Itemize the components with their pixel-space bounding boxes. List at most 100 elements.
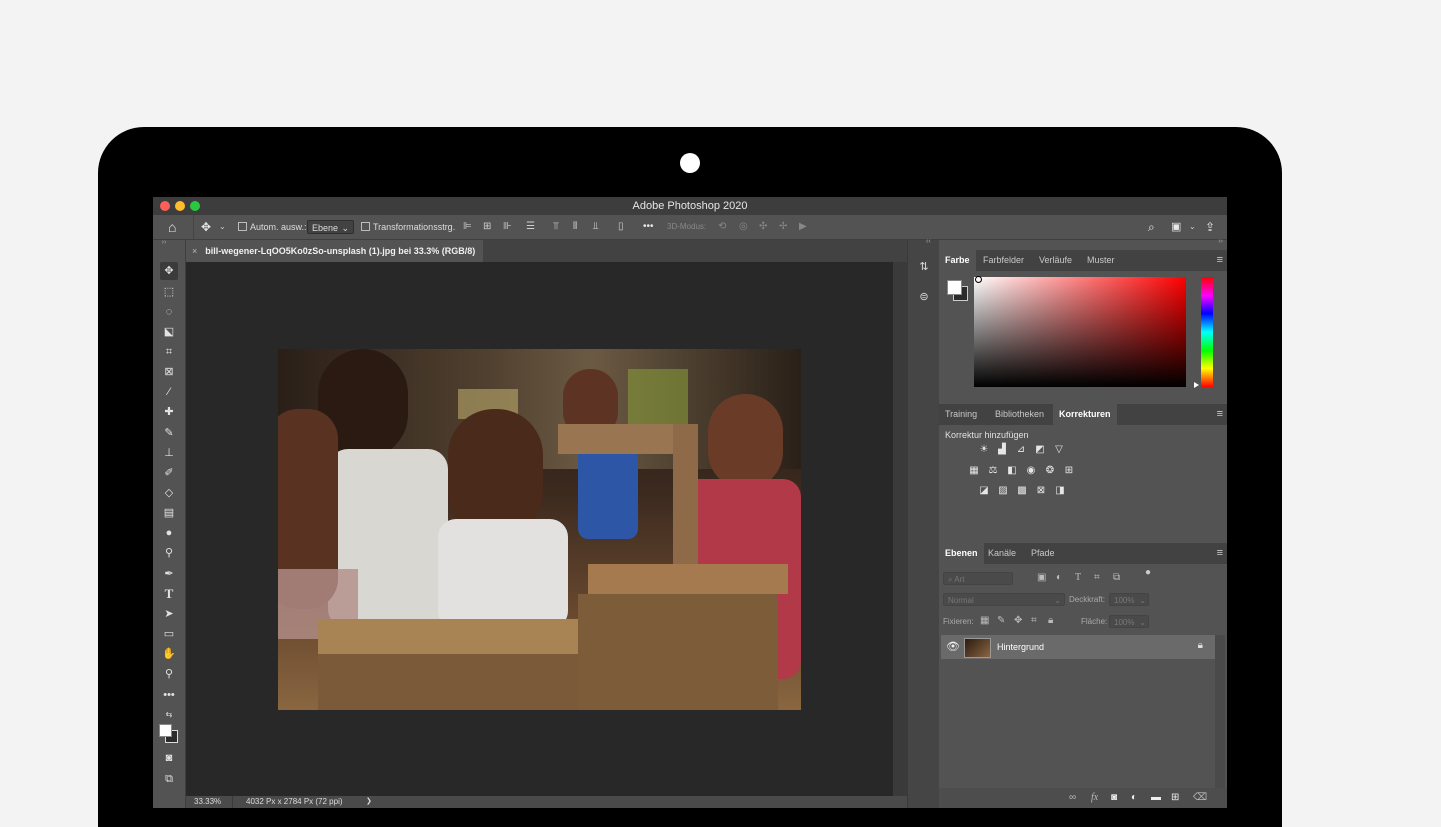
home-icon[interactable]: ⌂: [168, 215, 176, 239]
lasso-tool-icon[interactable]: ◌: [160, 303, 178, 321]
vibrance-icon[interactable]: ▽: [1052, 444, 1066, 456]
3d-roll-icon[interactable]: ◎: [739, 215, 748, 239]
properties-panel-icon[interactable]: ⊜: [913, 286, 935, 308]
healing-brush-tool-icon[interactable]: ✚: [160, 403, 178, 421]
transform-controls-checkbox[interactable]: Transformationsstrg.: [361, 215, 455, 239]
link-layers-icon[interactable]: ∞: [1069, 792, 1076, 803]
lock-transparency-icon[interactable]: ▦: [980, 615, 989, 626]
tab-farbfelder[interactable]: Farbfelder: [977, 250, 1030, 271]
path-select-tool-icon[interactable]: ➤: [160, 605, 178, 623]
tab-training[interactable]: Training: [939, 404, 983, 425]
share-icon[interactable]: ⇪: [1205, 215, 1215, 239]
layer-name[interactable]: Hintergrund: [997, 635, 1044, 659]
gradient-tool-icon[interactable]: ▤: [160, 504, 178, 522]
black-white-icon[interactable]: ◧: [1005, 465, 1019, 477]
channel-mixer-icon[interactable]: ❂: [1043, 465, 1057, 477]
new-adjustment-icon[interactable]: ◐: [1131, 792, 1137, 803]
color-field[interactable]: [974, 277, 1186, 387]
move-tool-icon[interactable]: ✥: [201, 215, 211, 239]
filter-shape-icon[interactable]: ⌗: [1094, 572, 1100, 583]
crop-tool-icon[interactable]: ⌗: [160, 343, 178, 361]
close-icon[interactable]: ×: [192, 246, 197, 256]
panel-menu-icon[interactable]: ≡: [1217, 404, 1223, 425]
eyedropper-tool-icon[interactable]: ⁄: [160, 383, 178, 401]
canvas-image[interactable]: [278, 349, 801, 710]
quick-mask-icon[interactable]: ◙: [160, 749, 178, 767]
workspace-icon[interactable]: ▣: [1171, 215, 1181, 239]
filter-smartobject-icon[interactable]: ⧉: [1113, 572, 1120, 583]
tab-bibliotheken[interactable]: Bibliotheken: [989, 404, 1050, 425]
document-tab[interactable]: × bill-wegener-LqOO5Ko0zSo-unsplash (1).j…: [186, 240, 484, 262]
zoom-level[interactable]: 33.33%: [194, 796, 221, 808]
stamp-tool-icon[interactable]: ⊥: [160, 444, 178, 462]
filter-adjustment-icon[interactable]: ◐: [1056, 572, 1062, 583]
lock-icon[interactable]: 🔒︎: [1198, 640, 1203, 651]
foreground-color-swatch[interactable]: [947, 280, 962, 295]
foreground-color-swatch[interactable]: [159, 724, 172, 737]
tab-kanaele[interactable]: Kanäle: [982, 543, 1022, 564]
new-group-icon[interactable]: ▬: [1151, 792, 1161, 803]
threshold-icon[interactable]: ▩: [1015, 485, 1029, 497]
hue-saturation-icon[interactable]: ▦: [967, 465, 981, 477]
fill-field[interactable]: 100% ⌄: [1109, 615, 1149, 628]
opacity-field[interactable]: 100% ⌄: [1109, 593, 1149, 606]
zoom-window-button[interactable]: [190, 201, 200, 211]
frame-tool-icon[interactable]: ⊠: [160, 363, 178, 381]
tab-pfade[interactable]: Pfade: [1025, 543, 1061, 564]
blur-tool-icon[interactable]: ●: [160, 524, 178, 542]
history-panel-icon[interactable]: ⇅: [913, 256, 935, 278]
3d-camera-icon[interactable]: ▶: [799, 215, 807, 239]
gradient-map-icon[interactable]: ◨: [1053, 485, 1067, 497]
panel-menu-icon[interactable]: ≡: [1217, 543, 1223, 564]
tab-muster[interactable]: Muster: [1081, 250, 1121, 271]
align-middle-v-icon[interactable]: ⫴: [573, 215, 577, 239]
3d-rotate-icon[interactable]: ⟲: [718, 215, 726, 239]
marquee-tool-icon[interactable]: ⬚: [160, 283, 178, 301]
lock-position-icon[interactable]: ✥: [1014, 615, 1022, 626]
filter-toggle-icon[interactable]: ●: [1145, 567, 1151, 578]
expand-icon[interactable]: ››: [155, 238, 173, 248]
layers-scrollbar[interactable]: [1215, 635, 1225, 795]
history-brush-tool-icon[interactable]: ✐: [160, 464, 178, 482]
zoom-tool-icon[interactable]: ⚲: [160, 665, 178, 683]
levels-icon[interactable]: ▟: [995, 444, 1009, 456]
dodge-tool-icon[interactable]: ⚲: [160, 544, 178, 562]
filter-type-icon[interactable]: T: [1075, 572, 1081, 583]
auto-select-dropdown[interactable]: Ebene ⌄: [307, 220, 354, 234]
chevron-down-icon[interactable]: ⌄: [219, 215, 226, 239]
tab-korrekturen[interactable]: Korrekturen: [1053, 404, 1117, 425]
hue-slider[interactable]: [1201, 277, 1213, 387]
color-lookup-icon[interactable]: ⊞: [1062, 465, 1076, 477]
auto-select-checkbox[interactable]: Autom. ausw.:: [238, 215, 307, 239]
3d-slide-icon[interactable]: ✢: [779, 215, 787, 239]
tab-farbe[interactable]: Farbe: [939, 250, 976, 271]
panel-menu-icon[interactable]: ≡: [1217, 250, 1223, 271]
lock-artboard-icon[interactable]: ⌗: [1031, 615, 1037, 626]
rectangle-tool-icon[interactable]: ▭: [160, 625, 178, 643]
brightness-contrast-icon[interactable]: ☀: [977, 444, 991, 456]
color-picker-handle[interactable]: [975, 276, 982, 283]
chevron-down-icon[interactable]: ⌄: [1189, 215, 1196, 239]
filter-pixel-icon[interactable]: ▣: [1037, 572, 1046, 583]
layer-filter-field[interactable]: ⌕ Art: [943, 572, 1013, 585]
object-select-tool-icon[interactable]: ⬕: [160, 323, 178, 341]
fx-icon[interactable]: fx: [1091, 792, 1098, 803]
close-window-button[interactable]: [160, 201, 170, 211]
expand-icon[interactable]: ››: [1218, 238, 1223, 245]
type-tool-icon[interactable]: T: [160, 585, 178, 603]
add-mask-icon[interactable]: ◙: [1111, 792, 1117, 803]
hue-slider-handle[interactable]: [1194, 382, 1199, 388]
screen-mode-icon[interactable]: ⧉: [160, 770, 178, 788]
eye-icon[interactable]: 👁︎: [946, 640, 960, 653]
blend-mode-dropdown[interactable]: Normal ⌄: [943, 593, 1065, 606]
vertical-scrollbar[interactable]: [893, 262, 907, 796]
delete-layer-icon[interactable]: ⌫: [1193, 792, 1207, 803]
hand-tool-icon[interactable]: ✋: [160, 645, 178, 663]
layer-row[interactable]: 👁︎ Hintergrund 🔒︎: [941, 635, 1215, 659]
eraser-tool-icon[interactable]: ◇: [160, 484, 178, 502]
collapse-icon[interactable]: ‹‹: [926, 238, 931, 245]
lock-pixels-icon[interactable]: ✎: [997, 615, 1005, 626]
move-tool-icon[interactable]: ✥: [160, 262, 178, 280]
invert-icon[interactable]: ◪: [977, 485, 991, 497]
more-tools-icon[interactable]: •••: [160, 686, 178, 704]
